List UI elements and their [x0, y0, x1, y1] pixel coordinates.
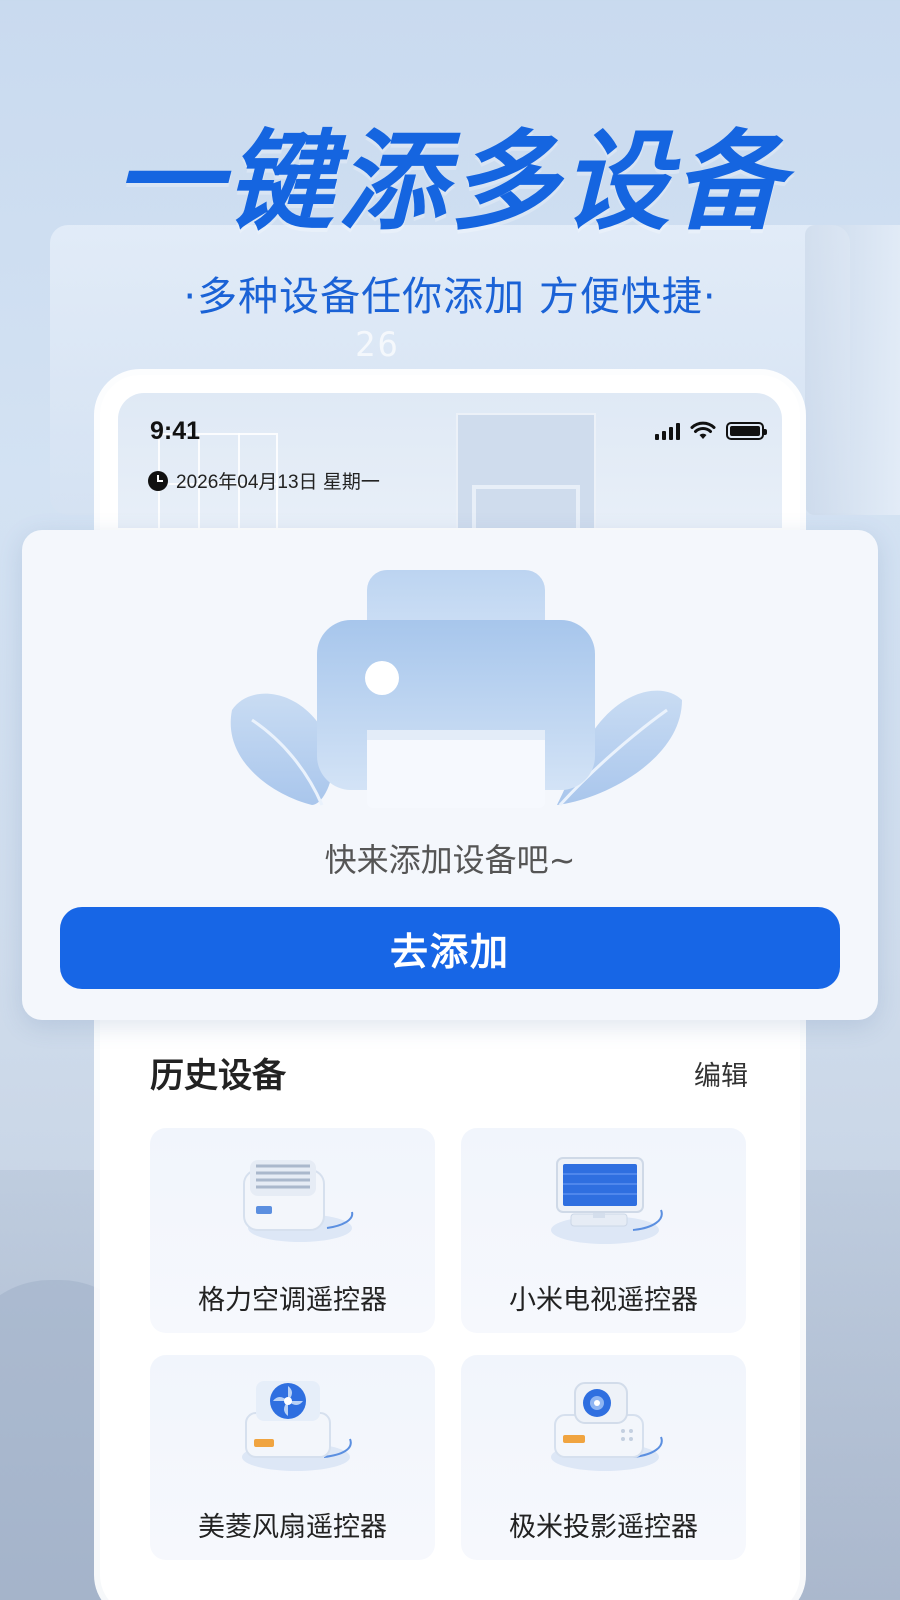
device-label: 格力空调遥控器: [198, 1285, 387, 1316]
status-bar-time: 9:41: [150, 417, 201, 445]
device-card-gree-ac[interactable]: 格力空调遥控器: [150, 1128, 435, 1333]
status-bar-icons: [655, 421, 767, 441]
device-label: 美菱风扇遥控器: [198, 1512, 387, 1543]
air-conditioner-icon: [243, 1160, 354, 1242]
edit-button[interactable]: 编辑: [694, 1054, 748, 1093]
wifi-icon: [690, 421, 716, 439]
device-card-xgimi-projector[interactable]: 极米投影遥控器: [461, 1355, 746, 1560]
empty-state-message: 快来添加设备吧~: [324, 841, 576, 879]
fan-icon: [242, 1381, 352, 1471]
device-label: 极米投影遥控器: [509, 1512, 698, 1543]
clock-icon: [148, 470, 168, 491]
device-label: 小米电视遥控器: [509, 1285, 698, 1316]
door-illustration: [456, 413, 596, 528]
background-air-conditioner-side: [805, 225, 900, 515]
add-device-card: 快来添加设备吧~ 去添加: [22, 530, 878, 1020]
history-section-title: 历史设备: [150, 1056, 286, 1096]
tv-icon: [551, 1157, 663, 1244]
date-row: 2026年04月13日 星期一: [148, 467, 380, 494]
background-temperature-display: 26: [355, 325, 400, 365]
projector-icon: [551, 1382, 663, 1471]
add-device-button[interactable]: 去添加: [60, 907, 840, 989]
hero-subtitle: ·多种设备任你添加 方便快捷·: [183, 274, 717, 320]
cellular-signal-icon: [655, 422, 680, 440]
empty-device-illustration-icon: [230, 570, 682, 808]
phone-header-scene: [118, 393, 782, 528]
hero-title: 一键添多设备: [113, 120, 786, 245]
device-card-xiaomi-tv[interactable]: 小米电视遥控器: [461, 1128, 746, 1333]
battery-icon: [726, 422, 767, 440]
current-date: 2026年04月13日 星期一: [176, 472, 380, 493]
device-card-meiling-fan[interactable]: 美菱风扇遥控器: [150, 1355, 435, 1560]
